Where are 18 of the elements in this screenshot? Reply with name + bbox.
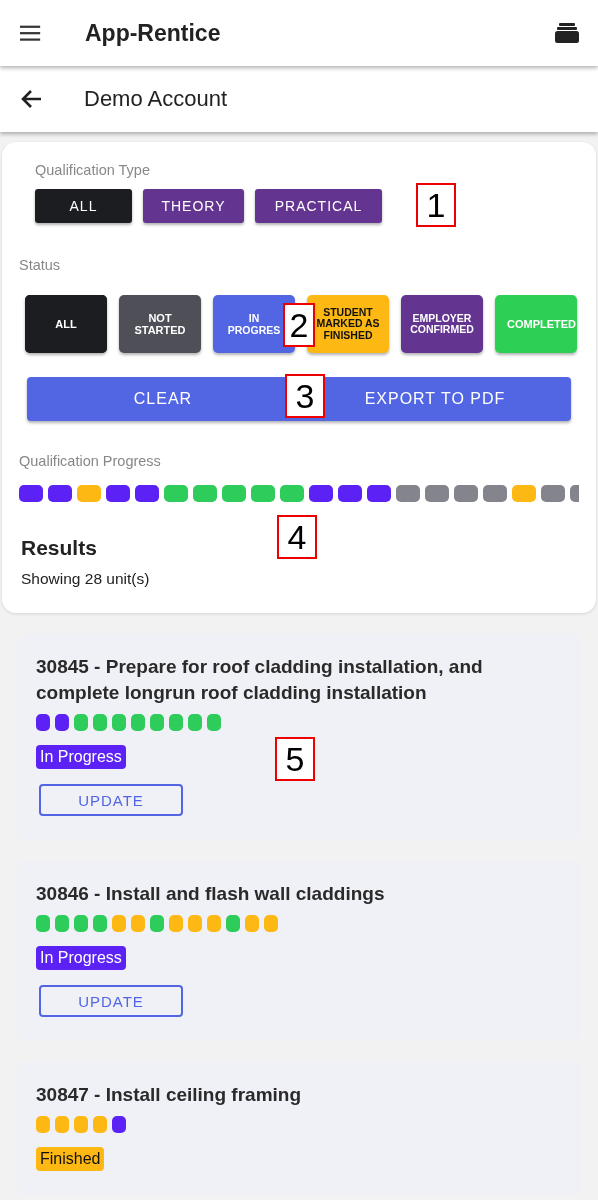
section-label: Qualification Type bbox=[35, 162, 151, 178]
section-label: Qualification Progress bbox=[19, 453, 162, 469]
status-badge: Finished bbox=[36, 1147, 105, 1171]
results-title: Results bbox=[21, 536, 97, 560]
callout-tooltip: 5 bbox=[275, 737, 315, 781]
callout-tooltip: 4 bbox=[277, 515, 317, 559]
unit-title: 30845 - Prepare for roof cladding installation, and complete longrun roof cladding installation bbox=[36, 655, 484, 705]
status-badge: In Progress bbox=[36, 946, 126, 970]
unit-title: 30846 - Install and flash wall claddings bbox=[36, 882, 386, 906]
section-label: Status bbox=[19, 257, 62, 273]
status-badge: In Progress bbox=[36, 745, 126, 769]
unit-title: 30847 - Install ceiling framing bbox=[36, 1083, 303, 1107]
callout-tooltip: 2 bbox=[283, 303, 315, 347]
callout-tooltip: 1 bbox=[416, 183, 456, 227]
callout-tooltip: 3 bbox=[285, 374, 325, 418]
page-title: Demo Account bbox=[84, 86, 228, 112]
app-title: App-Rentice bbox=[85, 19, 222, 47]
results-count: Showing 28 unit(s) bbox=[21, 570, 151, 588]
